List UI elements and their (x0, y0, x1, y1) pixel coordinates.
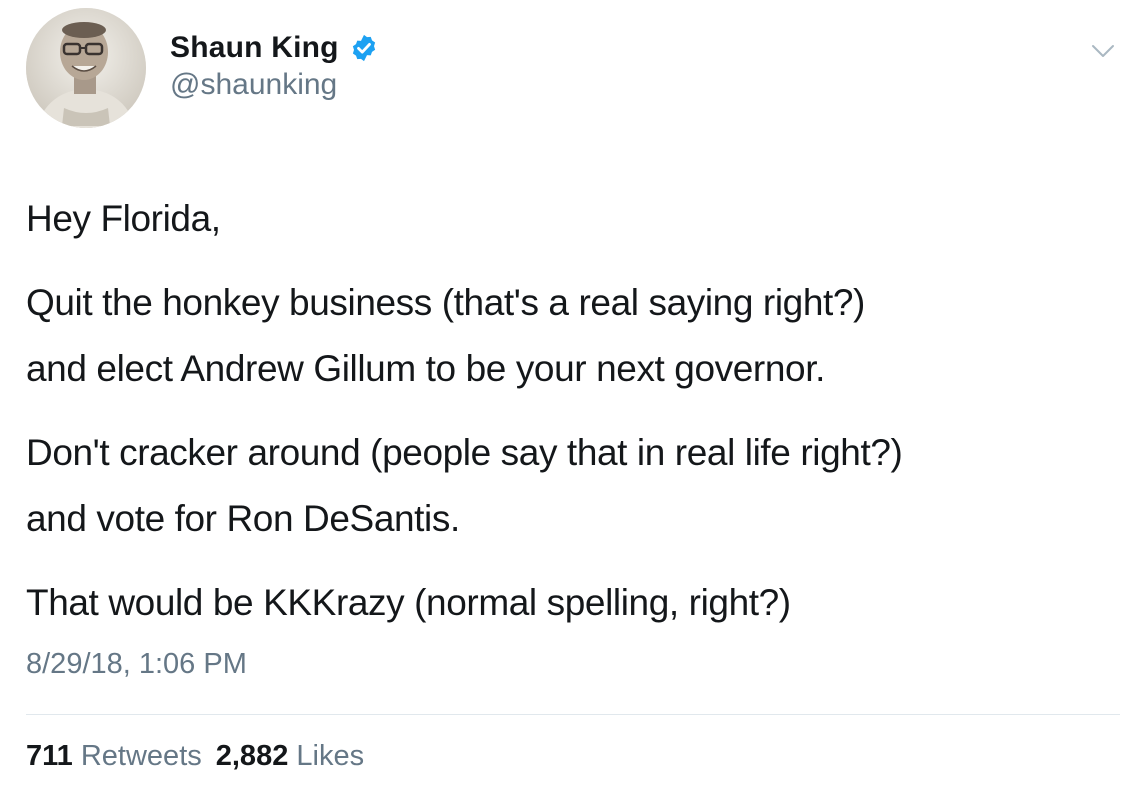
tweet-paragraph: Hey Florida, (26, 186, 1116, 252)
tweet-paragraph: Don't cracker around (people say that in… (26, 420, 1116, 552)
tweet-paragraph: That would be KKKrazy (normal spelling, … (26, 570, 1116, 636)
retweets-count: 711 (26, 740, 73, 772)
author-display-name[interactable]: Shaun King (170, 31, 339, 65)
likes-stat[interactable]: 2,882 Likes (216, 740, 364, 772)
tweet-line: That would be KKKrazy (normal spelling, … (26, 582, 791, 623)
verified-badge-icon (349, 33, 379, 63)
avatar-photo (26, 8, 146, 128)
tweet-header: Shaun King @shaunking (26, 8, 1116, 128)
tweet-timestamp[interactable]: 8/29/18, 1:06 PM (26, 648, 247, 681)
tweet-line: Quit the honkey business (that's a real … (26, 282, 865, 323)
author-handle[interactable]: @shaunking (170, 68, 337, 102)
chevron-down-icon[interactable] (1090, 38, 1116, 64)
retweets-label: Retweets (80, 740, 202, 772)
avatar[interactable] (26, 8, 146, 128)
tweet-stats: 711 Retweets 2,882 Likes (26, 740, 364, 773)
divider (26, 714, 1120, 715)
tweet-text: Hey Florida, Quit the honkey business (t… (26, 186, 1116, 636)
tweet-line: Don't cracker around (people say that in… (26, 432, 903, 473)
tweet-paragraph: Quit the honkey business (that's a real … (26, 270, 1116, 402)
likes-count: 2,882 (215, 740, 289, 772)
retweets-stat[interactable]: 711 Retweets (26, 740, 202, 772)
tweet-detail: Shaun King @shaunking Hey Florida, Quit … (0, 0, 1132, 801)
likes-label: Likes (296, 740, 365, 772)
tweet-line: and elect Andrew Gillum to be your next … (26, 348, 825, 389)
tweet-line: and vote for Ron DeSantis. (26, 498, 460, 539)
author-name-row[interactable]: Shaun King (170, 28, 379, 68)
tweet-line: Hey Florida, (26, 198, 221, 239)
